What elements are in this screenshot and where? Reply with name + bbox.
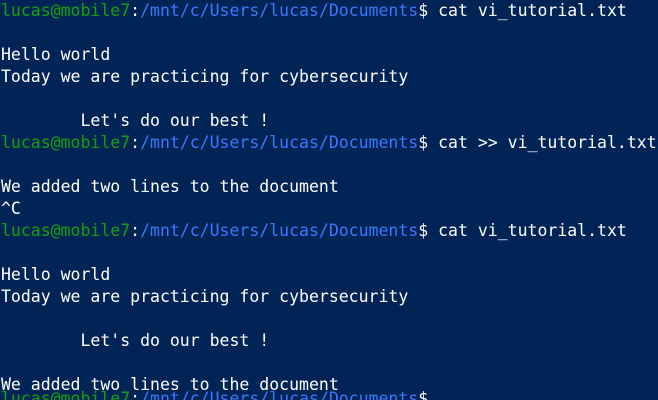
prompt-path: /mnt/c/Users/lucas/Documents — [140, 221, 419, 240]
output-line: We added two lines to the document — [1, 177, 339, 196]
prompt-separator: : — [130, 221, 141, 240]
prompt-user-host: lucas@mobile7 — [1, 389, 131, 400]
prompt-separator: : — [130, 133, 141, 152]
output-line: Let's do our best ! — [1, 331, 270, 350]
output-line: Today we are practicing for cybersecurit… — [1, 67, 409, 86]
output-line: ^C — [1, 199, 21, 218]
output-line: Hello world — [1, 45, 111, 64]
output-line: Let's do our best ! — [1, 111, 270, 130]
prompt-user-host: lucas@mobile7 — [1, 1, 131, 20]
prompt-user-host: lucas@mobile7 — [1, 133, 131, 152]
command-text: cat >> vi_tutorial.txt — [438, 133, 657, 152]
command-text: cat vi_tutorial.txt — [438, 221, 627, 240]
prompt-symbol: $ — [418, 1, 439, 20]
prompt-line: lucas@mobile7:/mnt/c/Users/lucas/Documen… — [1, 132, 658, 154]
prompt-separator: : — [130, 389, 141, 400]
prompt-symbol: $ — [418, 221, 439, 240]
terminal-window[interactable]: lucas@mobile7:/mnt/c/Users/lucas/Documen… — [0, 0, 658, 400]
prompt-path: /mnt/c/Users/lucas/Documents — [140, 1, 419, 20]
prompt-line-partial: lucas@mobile7:/mnt/c/Users/lucas/Documen… — [1, 388, 438, 400]
prompt-symbol: $ — [418, 389, 439, 400]
prompt-line: lucas@mobile7:/mnt/c/Users/lucas/Documen… — [1, 220, 658, 242]
output-line: Hello world — [1, 265, 111, 284]
prompt-path: /mnt/c/Users/lucas/Documents — [140, 389, 419, 400]
command-text: cat vi_tutorial.txt — [438, 1, 627, 20]
prompt-user-host: lucas@mobile7 — [1, 221, 131, 240]
prompt-separator: : — [130, 1, 141, 20]
output-line: Today we are practicing for cybersecurit… — [1, 287, 409, 306]
prompt-symbol: $ — [418, 133, 439, 152]
prompt-line: lucas@mobile7:/mnt/c/Users/lucas/Documen… — [1, 0, 658, 22]
prompt-path: /mnt/c/Users/lucas/Documents — [140, 133, 419, 152]
